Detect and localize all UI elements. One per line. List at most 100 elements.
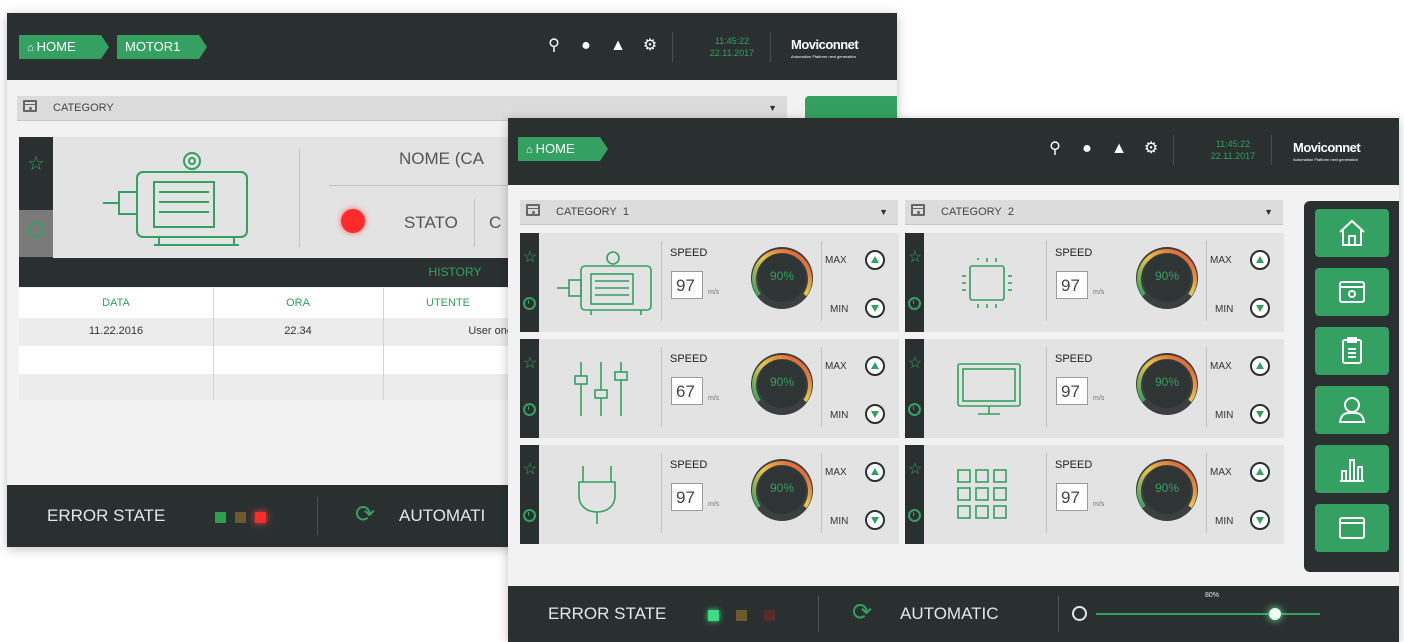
increase-button[interactable] [1250,250,1270,270]
led-green [708,610,719,621]
breadcrumb-home[interactable]: ⌂ HOME [518,137,608,161]
star-icon[interactable]: ☆ [27,151,45,176]
alarm-icon[interactable]: ● [1078,139,1096,159]
alarm-icon[interactable]: ● [577,36,595,56]
speed-field[interactable]: 67 [671,377,703,405]
progress-handle[interactable] [1269,608,1281,620]
star-icon[interactable]: ☆ [521,459,539,479]
speed-unit: m/s [1093,501,1105,508]
decrease-button[interactable] [1250,510,1270,530]
increase-button[interactable] [1250,356,1270,376]
breadcrumb-motor1[interactable]: MOTOR1 [117,35,207,59]
category-2-dropdown[interactable]: CATEGORY 2 ▼ [905,200,1283,225]
speed-field[interactable]: 97 [671,271,703,299]
star-icon[interactable]: ☆ [906,353,924,373]
increase-button[interactable] [865,462,885,482]
breadcrumb-motor1-label: MOTOR1 [125,39,181,54]
gauge-value: 90% [1154,375,1180,389]
progress-track [1096,613,1320,615]
speed-field[interactable]: 97 [1056,377,1088,405]
decrease-button[interactable] [865,404,885,424]
category-index: 1 [622,206,629,218]
star-icon[interactable]: ☆ [521,247,539,267]
clock-icon[interactable] [523,509,536,522]
divider [661,347,662,427]
category-label: CATEGORY [53,102,114,114]
speed-field[interactable]: 97 [671,483,703,511]
star-icon[interactable]: ☆ [906,247,924,267]
search-icon[interactable]: ⚲ [545,36,563,56]
warning-icon[interactable]: ▲ [1110,139,1128,159]
increase-button[interactable] [865,356,885,376]
divider [1058,596,1059,632]
star-icon[interactable]: ☆ [521,353,539,373]
home-icon: ⌂ [27,42,34,54]
increase-button[interactable] [1250,462,1270,482]
device-card: ☆ SPEED 97 m/s 90% MAX MIN [520,233,899,332]
speed-unit: m/s [1093,395,1105,402]
max-label: MAX [825,361,847,372]
divider [661,453,662,533]
clock-icon[interactable] [908,297,921,310]
breadcrumb-home[interactable]: ⌂ HOME [19,35,109,59]
divider [1206,347,1207,427]
decrease-button[interactable] [1250,404,1270,424]
min-label: MIN [1215,410,1234,421]
nav-user-button[interactable] [1315,386,1389,434]
category-icon [911,204,925,216]
led-brown [235,512,246,523]
gauge-value: 90% [769,481,795,495]
category-1-dropdown[interactable]: CATEGORY 1 ▼ [520,200,898,225]
warning-icon[interactable]: ▲ [609,36,627,56]
clock-date: 22.11.2017 [1210,151,1256,161]
max-label: MAX [1210,255,1232,266]
nav-home-button[interactable] [1315,209,1389,257]
decrease-button[interactable] [865,510,885,530]
nav-window-button[interactable] [1315,504,1389,552]
device-card: ☆ SPEED 97 m/s 90% MAX MIN [905,233,1284,332]
category-icon [526,204,540,216]
gear-icon[interactable]: ⚙ [1142,139,1160,159]
category-2-label: CATEGORY 2 [941,200,1014,224]
speed-field[interactable]: 97 [1056,271,1088,299]
chevron-down-icon: ▼ [768,103,777,113]
divider [770,32,771,62]
clock-icon[interactable] [523,403,536,416]
motor-icon [557,251,652,315]
status-label: STATO [404,213,458,232]
brand-tagline: Automation Platform next generation [791,54,856,59]
divider [821,241,822,321]
decrease-button[interactable] [865,298,885,318]
nav-clipboard-button[interactable] [1315,327,1389,375]
nav-chart-button[interactable] [1315,445,1389,493]
device-card: ☆ SPEED 67 m/s 90% MAX MIN [520,339,899,438]
sliders-icon [574,362,628,416]
increase-button[interactable] [865,250,885,270]
divider [299,149,300,247]
divider [818,596,819,632]
clock-icon[interactable] [523,297,536,310]
divider [1173,135,1174,165]
device-card: ☆ SPEED 97 m/s 90% MAX MIN [520,445,899,544]
name-label: NOME (CA [399,149,484,168]
user-icon [1338,397,1366,423]
clock-icon[interactable] [908,403,921,416]
star-icon[interactable]: ☆ [906,459,924,479]
category-text: CATEGORY [941,206,1002,218]
grid-icon [957,469,1007,519]
status-bar: ERROR STATE ⟳ AUTOMATIC 80% [508,586,1399,642]
search-icon[interactable]: ⚲ [1046,139,1064,159]
led-green [215,512,226,523]
clock-icon[interactable] [908,509,921,522]
refresh-icon[interactable]: ⟳ [355,500,375,529]
divider [474,199,475,247]
speed-gauge: 90% [749,245,815,311]
speed-unit: m/s [708,395,720,402]
nav-category-button[interactable] [1315,268,1389,316]
decrease-button[interactable] [1250,298,1270,318]
speed-field[interactable]: 97 [1056,483,1088,511]
refresh-icon[interactable]: ⟳ [852,598,872,627]
divider [672,32,673,62]
gear-icon[interactable]: ⚙ [641,36,659,56]
speed-icon [1072,606,1087,621]
